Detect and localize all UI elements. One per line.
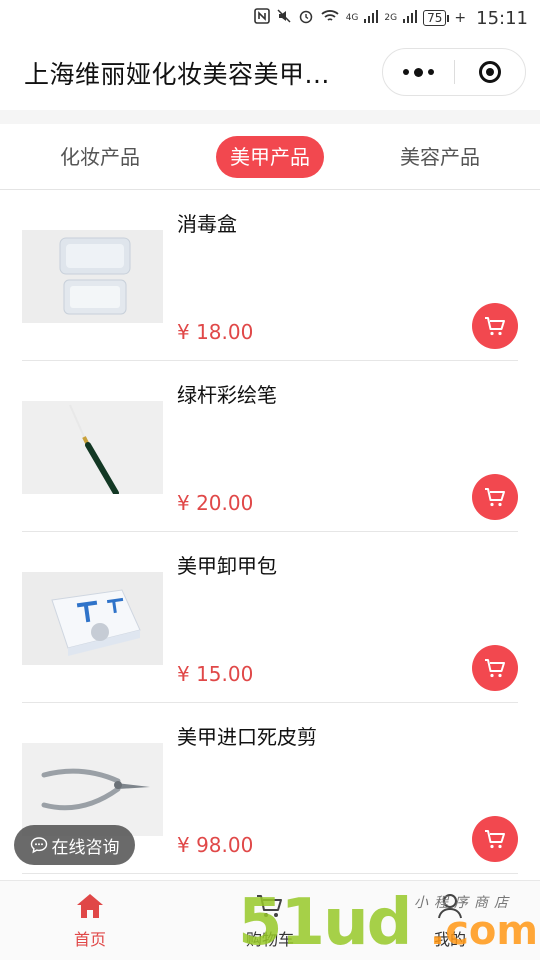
online-consult-button[interactable]: 在线咨询 bbox=[14, 825, 135, 865]
cart-icon bbox=[485, 830, 505, 849]
battery-icon: 75 bbox=[423, 10, 450, 26]
add-to-cart-button[interactable] bbox=[472, 645, 518, 691]
product-image-remover-pack[interactable] bbox=[22, 572, 163, 665]
add-to-cart-button[interactable] bbox=[472, 303, 518, 349]
product-price: ¥ 18.00 bbox=[177, 320, 254, 344]
nav-cart[interactable]: 购物车 bbox=[180, 881, 360, 960]
product-name: 美甲进口死皮剪 bbox=[177, 725, 317, 749]
more-icon bbox=[402, 67, 434, 77]
bottom-nav: 首页 购物车 我的 bbox=[0, 880, 540, 960]
capsule-menu bbox=[382, 48, 526, 96]
tab-beauty[interactable]: 美容产品 bbox=[386, 136, 494, 178]
tab-nail[interactable]: 美甲产品 bbox=[216, 135, 324, 178]
mini-program-header: 上海维丽娅化妆美容美甲... bbox=[0, 36, 540, 110]
alarm-icon bbox=[298, 8, 314, 28]
product-image-brush[interactable] bbox=[22, 401, 163, 494]
list-item[interactable]: 美甲卸甲包 ¥ 15.00 bbox=[22, 532, 518, 703]
product-image-disinfection-box[interactable] bbox=[22, 230, 163, 323]
status-bar: 4G 2G 75 + 15:11 bbox=[0, 0, 540, 36]
page-title: 上海维丽娅化妆美容美甲... bbox=[24, 60, 330, 89]
user-icon bbox=[438, 893, 462, 918]
signal-2g-icon: 2G bbox=[384, 13, 398, 23]
cart-icon bbox=[485, 659, 505, 678]
nav-home[interactable]: 首页 bbox=[0, 881, 180, 960]
consult-label: 在线咨询 bbox=[51, 837, 120, 858]
chat-bubble-icon bbox=[30, 837, 47, 854]
add-to-cart-button[interactable] bbox=[472, 816, 518, 862]
product-name: 消毒盒 bbox=[177, 212, 237, 236]
tab-makeup[interactable]: 化妆产品 bbox=[46, 136, 154, 178]
status-icons: 4G 2G 75 + bbox=[253, 8, 467, 28]
signal-bars-icon bbox=[364, 9, 379, 27]
nav-me[interactable]: 我的 bbox=[360, 881, 540, 960]
cart-icon bbox=[485, 317, 505, 336]
signal-bars-icon bbox=[403, 9, 418, 27]
signal-4g-icon: 4G bbox=[345, 13, 359, 23]
home-icon bbox=[77, 893, 103, 918]
add-to-cart-button[interactable] bbox=[472, 474, 518, 520]
product-price: ¥ 15.00 bbox=[177, 662, 254, 686]
nfc-icon bbox=[253, 8, 270, 28]
list-item[interactable]: 消毒盒 ¥ 18.00 bbox=[22, 190, 518, 361]
clock: 15:11 bbox=[476, 7, 528, 29]
product-name: 绿杆彩绘笔 bbox=[177, 383, 277, 407]
nav-me-label: 我的 bbox=[433, 929, 466, 949]
product-image-cuticle-nipper[interactable] bbox=[22, 743, 163, 836]
charging-icon: + bbox=[454, 10, 467, 26]
close-button[interactable] bbox=[455, 49, 526, 95]
close-target-icon bbox=[478, 61, 501, 83]
product-price: ¥ 20.00 bbox=[177, 491, 254, 515]
product-name: 美甲卸甲包 bbox=[177, 554, 277, 578]
cart-icon bbox=[485, 488, 505, 507]
nav-cart-label: 购物车 bbox=[245, 929, 294, 949]
header-divider bbox=[0, 110, 540, 124]
more-button[interactable] bbox=[383, 49, 454, 95]
cart-icon bbox=[257, 894, 282, 917]
mute-icon bbox=[276, 8, 292, 28]
product-list: 消毒盒 ¥ 18.00 绿杆彩绘笔 ¥ 20.00 美甲卸甲包 ¥ 15.00 … bbox=[0, 190, 540, 874]
list-item[interactable]: 绿杆彩绘笔 ¥ 20.00 bbox=[22, 361, 518, 532]
product-price: ¥ 98.00 bbox=[177, 833, 254, 857]
wifi-icon bbox=[320, 8, 340, 28]
nav-home-label: 首页 bbox=[73, 929, 106, 949]
category-tabs: 化妆产品 美甲产品 美容产品 bbox=[0, 124, 540, 190]
